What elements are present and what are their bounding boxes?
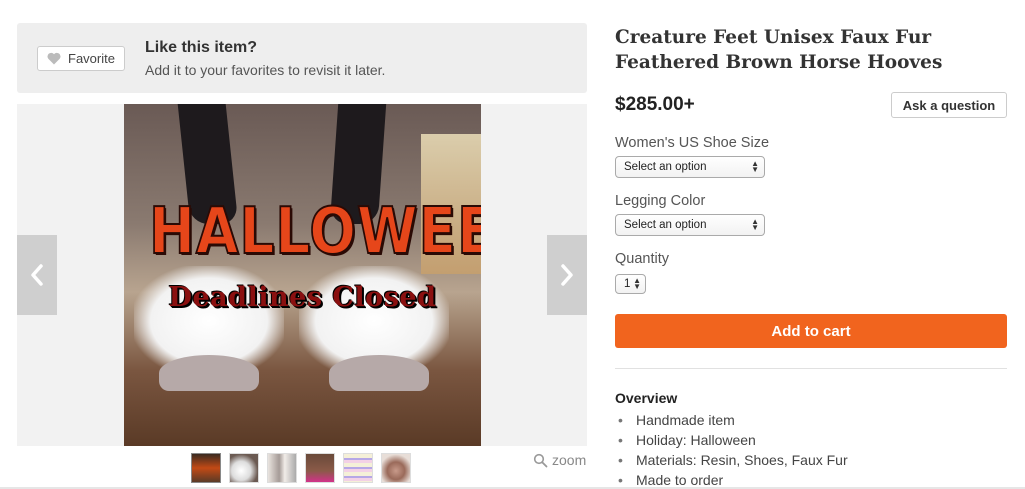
favorite-button-label: Favorite [68,51,115,66]
magnifier-icon [533,453,548,467]
list-item: • Holiday: Halloween [618,432,756,448]
thumbnail-2[interactable] [229,453,259,483]
overview-heading: Overview [615,390,678,406]
image-overlay-halloween: HALLOWEEN [148,195,481,269]
select-arrows-icon: ▲ ▼ [751,217,759,232]
favorite-subtitle: Add it to your favorites to revisit it l… [145,62,386,78]
shoe-size-value: Select an option [624,161,707,173]
quantity-select[interactable]: 1 ▲ ▼ [615,274,646,294]
legging-color-select[interactable]: Select an option ▲ ▼ [615,214,765,236]
thumbnail-strip [191,453,411,483]
select-arrows-icon: ▲ ▼ [633,276,641,291]
thumbnail-5[interactable] [343,453,373,483]
thumbnail-3[interactable] [267,453,297,483]
legging-color-label: Legging Color [615,193,706,209]
favorite-title: Like this item? [145,39,258,56]
quantity-value: 1 [624,278,631,290]
ask-question-button[interactable]: Ask a question [891,92,1007,118]
divider [615,368,1007,369]
image-hoof-right [329,355,429,391]
image-viewer: HALLOWEEN Deadlines Closed [17,104,587,446]
select-arrows-icon: ▲ ▼ [751,159,759,174]
product-price: $285.00+ [615,94,695,115]
heart-icon [47,52,61,65]
favorite-banner: Favorite Like this item? Add it to your … [17,23,587,93]
overview-list: • Handmade item • Holiday: Halloween • Mate… [618,410,848,489]
previous-image-button[interactable] [17,235,57,315]
thumbnail-4[interactable] [305,453,335,483]
zoom-label: zoom [552,452,587,468]
shoe-size-label: Women's US Shoe Size [615,135,770,151]
shoe-size-select[interactable]: Select an option ▲ ▼ [615,156,765,178]
chevron-right-icon [561,264,573,286]
thumbnail-1[interactable] [191,453,221,483]
image-overlay-deadlines: Deadlines Closed [168,282,437,313]
thumbnail-6[interactable] [381,453,411,483]
zoom-button[interactable]: zoom [533,452,586,468]
image-hoof-left [159,355,259,391]
list-item: • Handmade item [618,412,735,428]
next-image-button[interactable] [547,235,587,315]
legging-color-value: Select an option [624,219,707,231]
list-item: • Materials: Resin, Shoes, Faux Fur [618,452,848,468]
product-title: Creature Feet Unisex Faux Fur Feathered … [615,27,943,73]
add-to-cart-button[interactable]: Add to cart [615,314,1007,348]
favorite-button[interactable]: Favorite [37,46,125,71]
chevron-left-icon [31,264,43,286]
quantity-label: Quantity [615,251,669,267]
main-product-image[interactable]: HALLOWEEN Deadlines Closed [124,104,481,446]
